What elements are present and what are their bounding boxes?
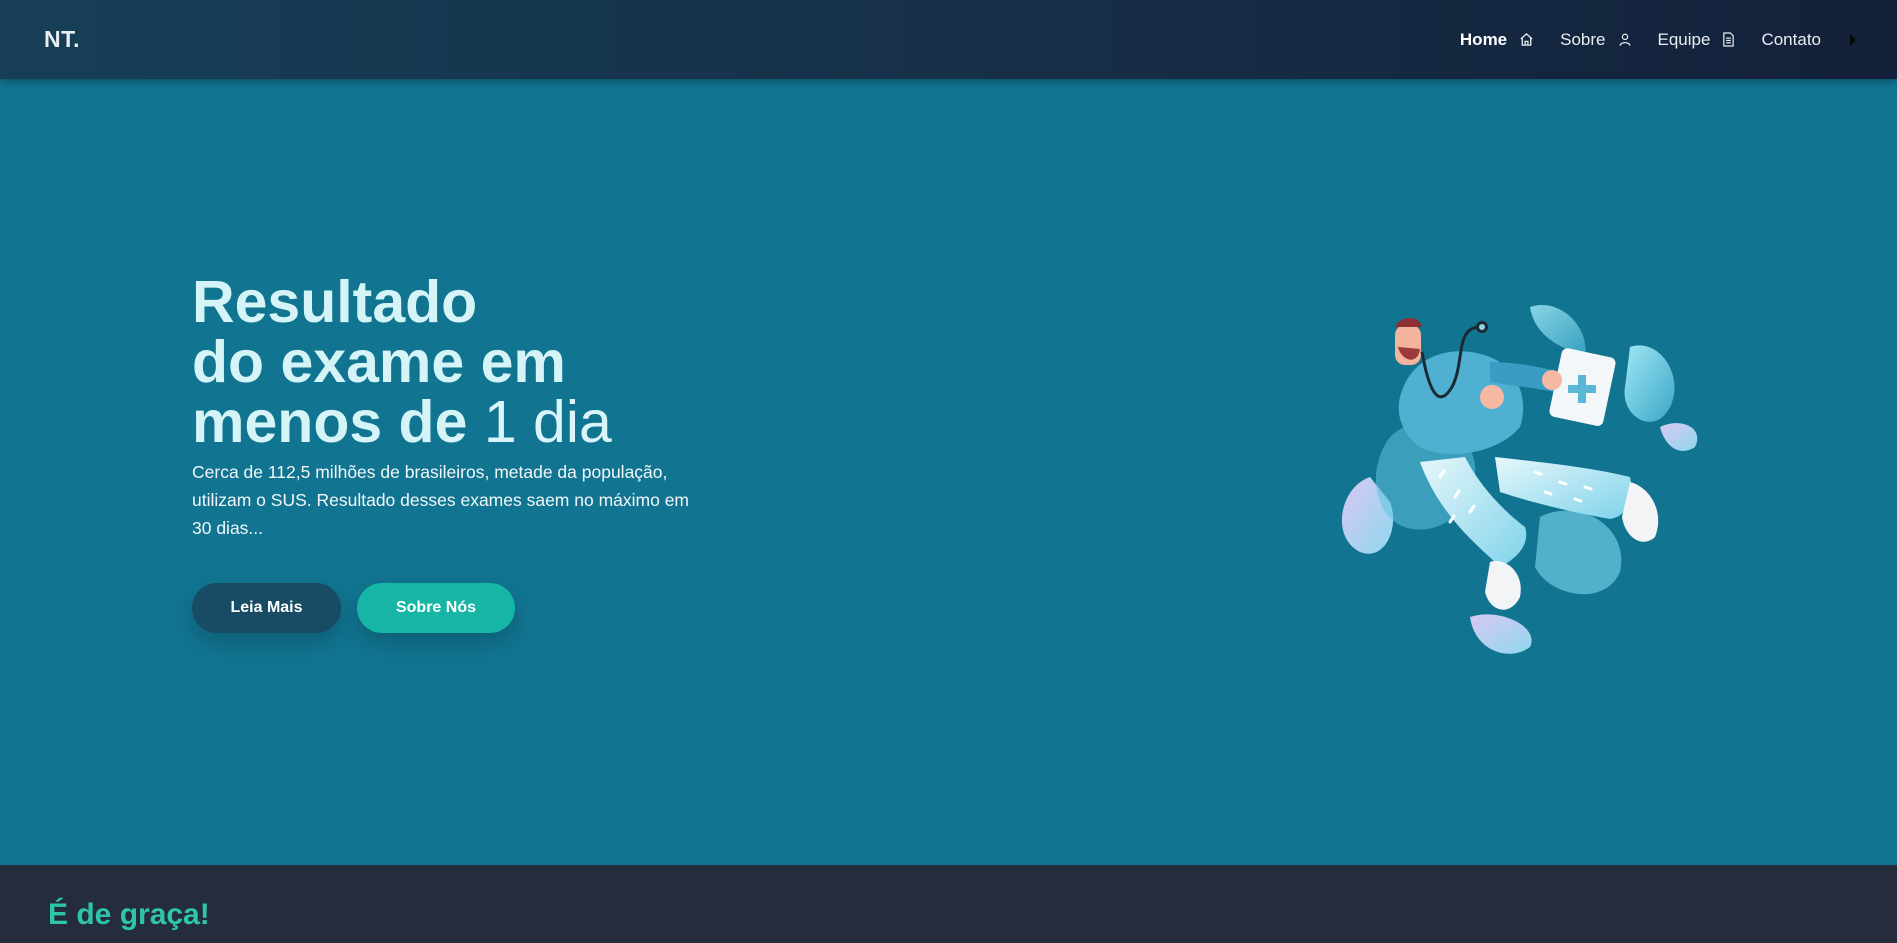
- nav-item-home-label: Home: [1459, 29, 1508, 49]
- navbar: NT. Home Sobre Equipe Contato: [0, 0, 1897, 79]
- nav-item-home[interactable]: Home: [1460, 30, 1534, 50]
- nav-item-equipe[interactable]: Equipe: [1658, 30, 1736, 50]
- free-section-title: É de graça!: [48, 898, 210, 931]
- read-more-button[interactable]: Leia Mais: [192, 583, 341, 633]
- user-icon: [1619, 33, 1630, 46]
- doctor-running-illustration: [1341, 305, 1698, 654]
- hero-title-highlight: 1 dia: [483, 389, 612, 455]
- free-section: É de graça!: [0, 865, 1897, 943]
- hero-description: Cerca de 112,5 milhões de brasileiros, m…: [192, 462, 690, 538]
- hero-section: Resultado do exame em menos de 1 dia Cer…: [0, 79, 1897, 865]
- play-icon: [1850, 33, 1856, 46]
- nav-item-sobre-label: Sobre: [1560, 29, 1606, 49]
- hero-title-line-1: Resultado: [192, 269, 478, 335]
- home-icon: [1520, 32, 1533, 46]
- document-icon: [1723, 32, 1735, 47]
- nav-item-contato[interactable]: Contato: [1761, 30, 1821, 50]
- hero-title-line-2: do exame em: [192, 329, 566, 395]
- nav-extra[interactable]: [1849, 33, 1857, 47]
- nav-item-contato-label: Contato: [1761, 29, 1821, 49]
- nav-item-equipe-label: Equipe: [1657, 29, 1711, 49]
- hero-title: Resultado do exame em menos de 1 dia: [192, 272, 612, 452]
- about-us-button[interactable]: Sobre Nós: [357, 583, 515, 633]
- nav-menu: Home Sobre Equipe Contato: [1434, 0, 1857, 79]
- hero-title-line-3: menos de 1 dia: [192, 392, 612, 452]
- hero-title-line-3-bold: menos de: [192, 389, 484, 455]
- nav-item-sobre[interactable]: Sobre: [1560, 30, 1631, 50]
- site-logo[interactable]: NT.: [44, 26, 80, 53]
